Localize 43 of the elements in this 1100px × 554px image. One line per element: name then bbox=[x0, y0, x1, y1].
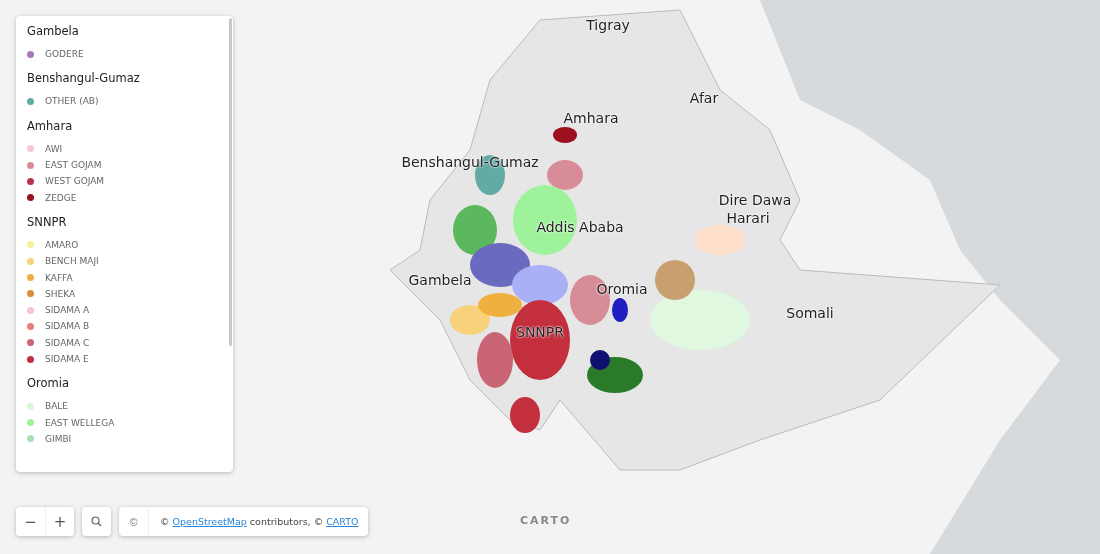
region-label: SNNPR bbox=[516, 324, 564, 340]
region-label: Somali bbox=[786, 305, 834, 321]
carto-logo: CARTO bbox=[520, 514, 572, 527]
legend-label: SIDAMA C bbox=[45, 337, 90, 348]
legend-label: KAFFA bbox=[45, 272, 73, 283]
legend-group-title: Amhara bbox=[27, 118, 74, 133]
region-label: Dire Dawa bbox=[718, 192, 792, 208]
attribution-text: contributors, © bbox=[248, 516, 325, 527]
legend-label: SIDAMA E bbox=[45, 354, 89, 364]
legend-label: WEST GOJAM bbox=[45, 176, 105, 187]
legend-label: GODERE bbox=[45, 49, 84, 60]
attribution-link[interactable]: OpenStreetMap bbox=[172, 516, 247, 527]
legend-group-title: SNNPR bbox=[27, 214, 68, 229]
legend-label: ZEDGE bbox=[45, 192, 77, 203]
legend-label: SHEKA bbox=[45, 288, 76, 299]
region-label: Gambela bbox=[408, 272, 472, 288]
legend-label: SIDAMA B bbox=[45, 321, 90, 332]
search-icon bbox=[91, 516, 102, 527]
legend-label: AWI bbox=[45, 143, 63, 154]
legend-label: GIMBI bbox=[45, 433, 72, 444]
region-label: Harari bbox=[726, 210, 770, 226]
legend-group-title: Benshangul-Gumaz bbox=[27, 71, 141, 86]
legend-label: BALE bbox=[45, 401, 69, 412]
legend-label: AMARO bbox=[45, 239, 79, 250]
legend-label: EAST GOJAM bbox=[45, 160, 102, 171]
legend-label: EAST WELLEGA bbox=[45, 417, 115, 428]
attribution-text: © bbox=[160, 516, 171, 527]
legend-label: OTHER (AB) bbox=[45, 96, 99, 107]
legend-label: SIDAMA A bbox=[45, 305, 90, 316]
region-label: Oromia bbox=[596, 281, 648, 297]
scrollbar[interactable] bbox=[229, 18, 232, 346]
region-label: Afar bbox=[689, 90, 719, 106]
zoom-out-button[interactable]: − bbox=[16, 507, 45, 536]
legend-group-title: Oromia bbox=[27, 376, 70, 391]
attribution-toggle[interactable]: © bbox=[119, 507, 149, 536]
legend-label: BENCH MAJI bbox=[45, 256, 99, 267]
region-label: Addis Ababa bbox=[536, 219, 624, 235]
search-button[interactable] bbox=[82, 507, 111, 536]
zoom-in-button[interactable]: + bbox=[45, 507, 74, 536]
region-label: Tigray bbox=[586, 17, 630, 33]
region-label: Amhara bbox=[563, 110, 619, 126]
legend-group-title: Gambela bbox=[27, 24, 80, 38]
attribution-link[interactable]: CARTO bbox=[326, 516, 359, 527]
